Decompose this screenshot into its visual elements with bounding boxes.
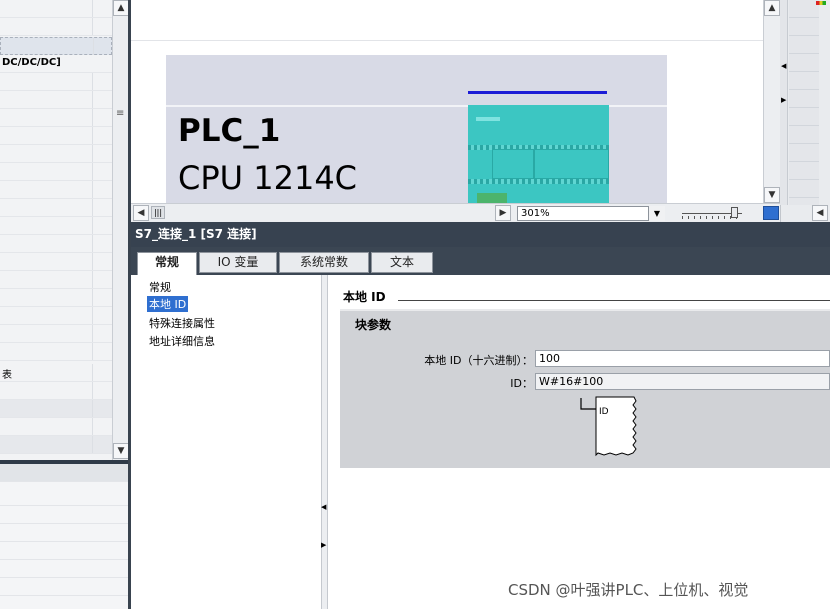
tree-row[interactable] <box>0 18 112 36</box>
tree-row[interactable] <box>0 199 112 217</box>
scroll-grip-icon[interactable]: ≡ <box>116 108 124 119</box>
scroll-up-icon[interactable]: ▲ <box>113 0 129 16</box>
plc-device-rack[interactable]: PLC_1 CPU 1214C <box>166 55 667 203</box>
tree-row[interactable] <box>0 0 112 18</box>
tree-row[interactable] <box>0 271 112 289</box>
scroll-down-icon[interactable]: ▼ <box>764 187 780 203</box>
inspector-title: S7_连接_1 [S7 连接] <box>131 222 830 247</box>
scroll-left-icon[interactable]: ◀ <box>812 205 828 221</box>
tree-row[interactable] <box>0 217 112 235</box>
local-id-hex-input[interactable]: 100 <box>535 350 830 367</box>
scroll-thumb[interactable]: ||| <box>151 206 165 219</box>
expand-arrow-icon[interactable]: ▶ <box>321 541 326 549</box>
editor-horizontal-scrollbar[interactable]: ◀ ||| ▶ 301% ▼ <box>131 203 781 222</box>
id-value: W#16#100 <box>539 375 604 388</box>
tree-row[interactable] <box>0 400 112 418</box>
scroll-left-icon[interactable]: ◀ <box>133 205 149 221</box>
scroll-up-icon[interactable]: ▲ <box>764 0 780 16</box>
editor-vertical-scrollbar[interactable]: ▲ ▼ <box>763 0 780 203</box>
local-id-hex-label: 本地 ID（十六进制）： <box>424 354 533 367</box>
list-item[interactable] <box>0 524 128 542</box>
tab-texts[interactable]: 文本 <box>371 252 433 273</box>
tree-row-table[interactable]: 表 <box>0 364 112 382</box>
catalog-list[interactable] <box>789 0 819 205</box>
tab-system-constants[interactable]: 系统常数 <box>279 252 369 273</box>
tree-row-selected[interactable] <box>0 37 112 55</box>
zoom-slider-handle[interactable] <box>731 207 738 218</box>
expand-arrow-icon[interactable]: ▶ <box>781 96 786 104</box>
plc-name: PLC_1 <box>178 113 281 149</box>
nav-item-special-properties[interactable]: 特殊连接属性 <box>149 315 215 331</box>
zoom-value: 301% <box>521 208 550 219</box>
cpu-type-text: DC/DC/DC] <box>2 57 61 68</box>
tree-row[interactable] <box>0 163 112 181</box>
nav-item-address-details[interactable]: 地址详细信息 <box>149 333 215 349</box>
tree-row[interactable] <box>0 382 112 400</box>
scroll-down-icon[interactable]: ▼ <box>113 443 129 459</box>
tree-row[interactable] <box>0 145 112 163</box>
list-header <box>0 464 128 482</box>
scroll-right-icon[interactable]: ▶ <box>495 205 511 221</box>
section-rule <box>398 300 830 301</box>
list-item[interactable] <box>0 488 128 506</box>
details-view-panel <box>0 464 128 609</box>
collapse-arrow-icon[interactable]: ◀ <box>781 62 786 70</box>
device-view-editor[interactable]: PLC_1 CPU 1214C <box>131 0 763 203</box>
cpu-module-icon[interactable] <box>468 105 609 203</box>
project-tree-panel: DC/DC/DC] 表 <box>0 0 112 460</box>
tree-row[interactable] <box>0 307 112 325</box>
watermark: CSDN @叶强讲PLC、上位机、视觉 <box>508 581 749 599</box>
block-pin-label: ID <box>599 407 609 417</box>
module-selection-bar <box>468 91 607 94</box>
tree-row[interactable] <box>0 289 112 307</box>
port-icon <box>477 193 507 203</box>
nav-splitter[interactable]: ◀ ▶ <box>321 275 328 609</box>
tab-io-tags[interactable]: IO 变量 <box>199 252 277 273</box>
block-params-title: 块参数 <box>355 318 392 332</box>
tree-row[interactable] <box>0 343 112 361</box>
local-id-hex-value: 100 <box>539 352 560 365</box>
tree-row[interactable] <box>0 109 112 127</box>
tree-row[interactable] <box>0 127 112 145</box>
tree-row[interactable] <box>0 73 112 91</box>
collapse-arrow-icon[interactable]: ◀ <box>321 503 326 511</box>
list-item[interactable] <box>0 506 128 524</box>
tree-row[interactable] <box>0 325 112 343</box>
tree-row[interactable] <box>0 418 112 436</box>
tree-vertical-scrollbar[interactable]: ▲ ≡ ▼ <box>112 0 129 460</box>
id-field: W#16#100 <box>535 373 830 390</box>
list-item[interactable] <box>0 578 128 596</box>
nav-item-local-id[interactable]: 本地 ID <box>147 296 189 312</box>
function-block-diagram: ID <box>580 396 637 457</box>
tab-general[interactable]: 常规 <box>137 252 197 275</box>
tree-row[interactable] <box>0 235 112 253</box>
id-label: ID： <box>510 377 533 390</box>
chevron-down-icon[interactable]: ▼ <box>648 206 665 221</box>
tree-row[interactable] <box>0 253 112 271</box>
list-item[interactable] <box>0 542 128 560</box>
tree-row[interactable] <box>0 91 112 109</box>
inspector-nav: 常规 本地 ID 特殊连接属性 地址详细信息 <box>131 275 321 609</box>
list-item[interactable] <box>0 560 128 578</box>
tree-row[interactable] <box>0 436 112 454</box>
section-title: 本地 ID <box>343 290 386 304</box>
tree-row-cpu-type[interactable]: DC/DC/DC] <box>0 55 112 73</box>
cpu-model: CPU 1214C <box>178 159 358 197</box>
status-flag-icon <box>816 1 826 5</box>
editor-divider <box>131 40 763 41</box>
zoom-select[interactable]: 301% <box>517 206 665 221</box>
zoom-to-fit-icon[interactable] <box>763 206 779 220</box>
tree-row[interactable] <box>0 181 112 199</box>
side-toolbar[interactable]: ◀ ▶ <box>780 0 788 205</box>
nav-item-general[interactable]: 常规 <box>149 279 171 295</box>
table-label: 表 <box>2 370 12 381</box>
status-led-icon <box>476 117 500 121</box>
